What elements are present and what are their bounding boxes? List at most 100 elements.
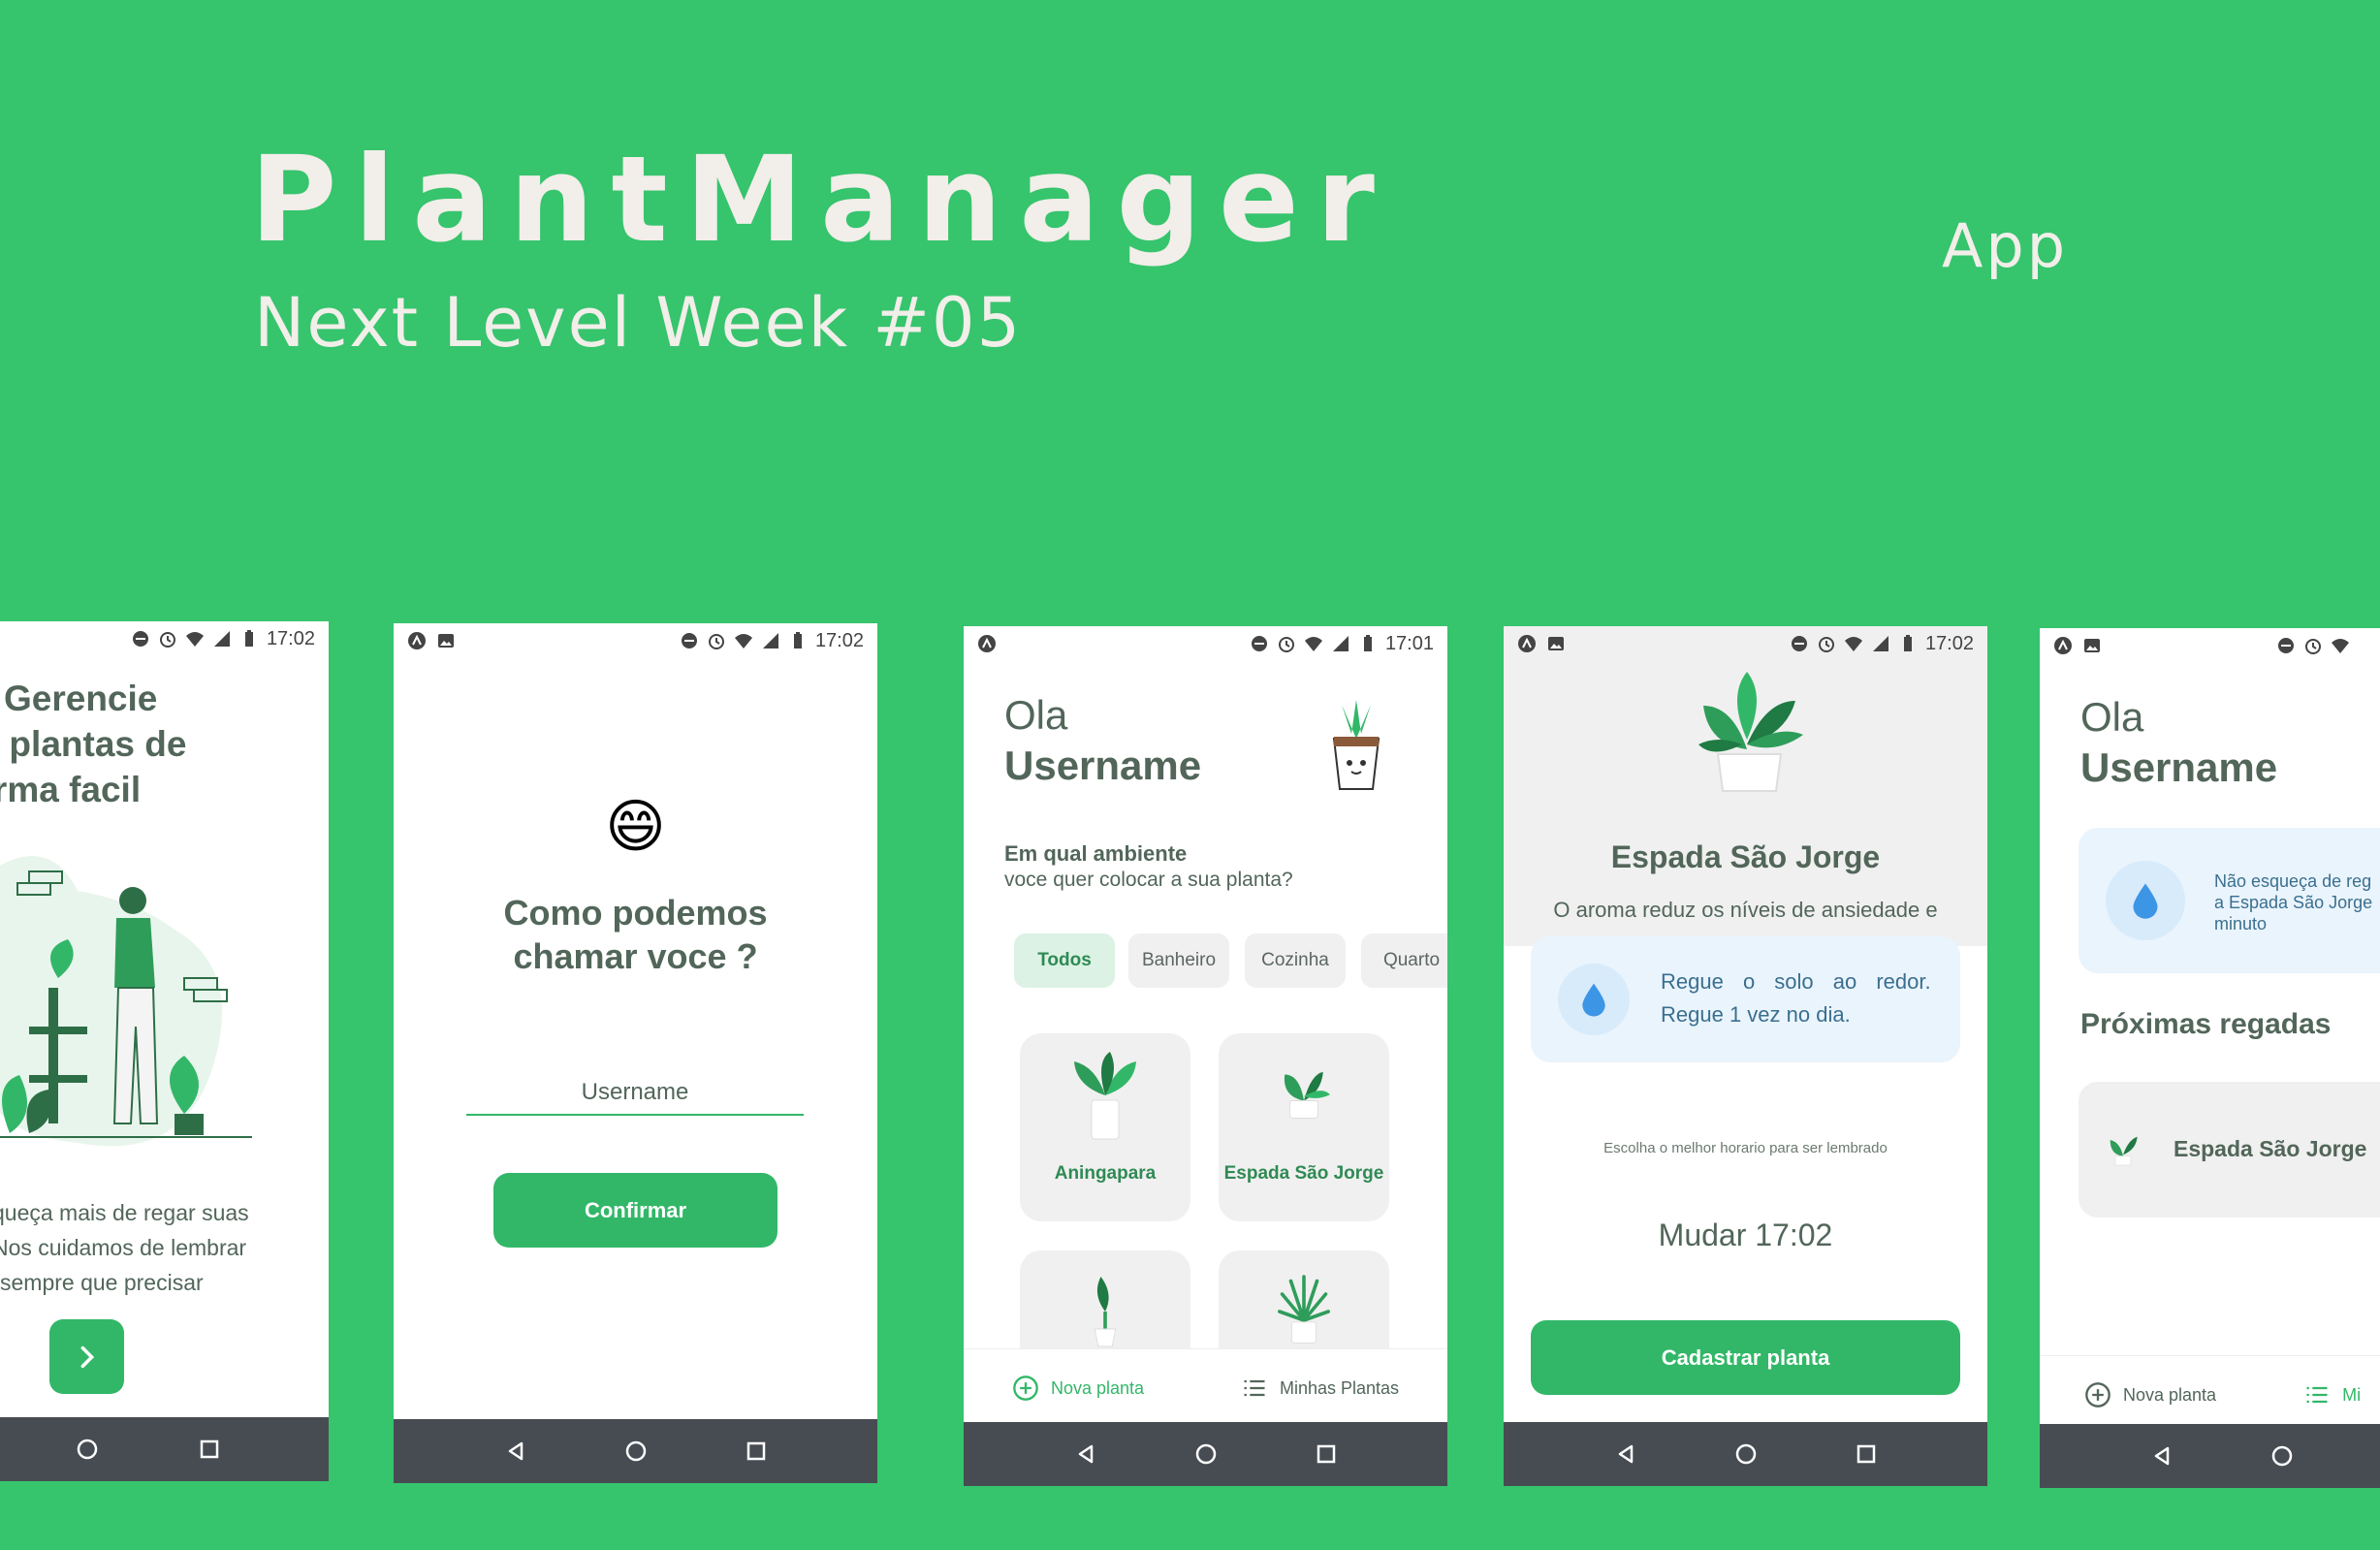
- recents-icon[interactable]: [1315, 1442, 1338, 1466]
- username-input[interactable]: Username: [466, 1071, 804, 1116]
- home-icon[interactable]: [1194, 1442, 1218, 1466]
- status-bar: [2040, 628, 2380, 663]
- welcome-title-line: Gerencie: [4, 679, 158, 718]
- plant-image: [1278, 1275, 1330, 1344]
- signal-icon: [1872, 636, 1888, 651]
- welcome-desc-line: sempre que precisar: [0, 1270, 204, 1295]
- question-title: Em qual ambiente: [1004, 841, 1188, 866]
- battery-icon: [1903, 635, 1912, 651]
- recents-icon[interactable]: [1855, 1442, 1878, 1466]
- plant-name: Espada São Jorge: [2174, 1136, 2367, 1161]
- back-icon[interactable]: [1614, 1442, 1637, 1466]
- android-navbar: [394, 1419, 877, 1483]
- change-time-button[interactable]: Mudar 17:02: [1504, 1218, 1987, 1253]
- recents-icon[interactable]: [198, 1438, 221, 1461]
- alarm-icon: [159, 632, 175, 648]
- signal-icon: [762, 633, 778, 648]
- greeting: Ola: [1004, 692, 1068, 738]
- status-bar: 17:02: [394, 623, 877, 658]
- tab-minhas-plantas[interactable]: Minhas Plantas: [1241, 1375, 1399, 1402]
- chip-banheiro[interactable]: Banheiro: [1128, 933, 1229, 988]
- back-icon[interactable]: [1074, 1442, 1097, 1466]
- status-time: 17:02: [266, 627, 315, 649]
- reminder-line: a Espada São Jorge: [2214, 893, 2373, 912]
- next-button[interactable]: [49, 1319, 124, 1394]
- welcome-desc-line: Nos cuidamos de lembrar: [0, 1235, 247, 1260]
- plus-circle-icon: [1013, 1376, 1038, 1401]
- dnd-icon: [1251, 636, 1267, 651]
- image-icon: [1548, 637, 1564, 650]
- phone-identification: 17:02 😄 Como podemos chamar voce ? Usern…: [394, 623, 877, 1483]
- emoji: 😄: [605, 793, 666, 861]
- water-tip-text: Regue o solo ao redor. Regue 1 vez no di…: [1661, 965, 1942, 1031]
- phone-plant-select: 17:01 Ola Username Em qual ambiente voce…: [964, 626, 1447, 1486]
- expo-icon: [2054, 637, 2072, 654]
- plant-image: [1094, 1277, 1117, 1347]
- username-heading: Username: [1004, 743, 1202, 788]
- android-navbar: [0, 1417, 329, 1481]
- expo-icon: [1518, 635, 1536, 652]
- home-icon[interactable]: [624, 1439, 648, 1463]
- alarm-icon: [1278, 637, 1294, 652]
- chip-quarto[interactable]: Quarto: [1361, 933, 1447, 988]
- status-time: 17:02: [1924, 632, 1974, 654]
- alarm-icon: [708, 634, 724, 649]
- dnd-icon: [132, 631, 148, 647]
- section-title: Próximas regadas: [2080, 1008, 2332, 1040]
- wifi-icon: [734, 634, 752, 648]
- plant-name: Espada São Jorge: [1610, 839, 1881, 874]
- hero-title: PlantManager: [250, 131, 1392, 269]
- image-icon: [2084, 639, 2100, 652]
- chip-todos[interactable]: Todos: [1014, 933, 1115, 988]
- plant-card[interactable]: Espada São Jorge: [1219, 1033, 1389, 1221]
- status-time: 17:02: [814, 629, 864, 651]
- recents-icon[interactable]: [745, 1439, 768, 1463]
- reminder-text: Não esqueça de reg a Espada São Jorge mi…: [2214, 870, 2372, 934]
- reminder-panel: Não esqueça de reg a Espada São Jorge mi…: [2079, 828, 2380, 973]
- welcome-title-line: forma facil: [0, 770, 142, 809]
- name-title: Como podemos chamar voce ?: [394, 891, 877, 978]
- tab-nova-planta[interactable]: Nova planta: [2084, 1381, 2216, 1408]
- welcome-illustration: [0, 856, 252, 1147]
- confirm-button[interactable]: Confirmar: [493, 1173, 777, 1248]
- name-title-line: chamar voce ?: [513, 936, 758, 976]
- phone-my-plants: Ola Username Não esqueça de reg a Espada…: [2040, 628, 2380, 1488]
- wifi-icon: [2332, 639, 2349, 653]
- plant-name: Aningapara: [1054, 1163, 1157, 1184]
- greeting: Ola: [2080, 694, 2144, 740]
- hero-app-tag: App: [1942, 210, 2069, 281]
- question-subtitle: voce quer colocar a sua planta?: [1004, 869, 1293, 891]
- status-bar: 17:02: [0, 621, 329, 656]
- back-icon[interactable]: [2150, 1444, 2174, 1468]
- alert-label: Escolha o melhor horario para ser lembra…: [1603, 1140, 1888, 1156]
- plant-image: [2110, 1136, 2138, 1166]
- water-drop-icon: [2133, 883, 2158, 919]
- tab-label: Mi: [2342, 1384, 2362, 1405]
- welcome-title-line: as plantas de: [0, 724, 187, 764]
- home-icon[interactable]: [76, 1438, 99, 1461]
- plant-image: [1698, 672, 1803, 792]
- plant-card[interactable]: Aningapara: [1020, 1033, 1190, 1221]
- dnd-icon: [681, 633, 697, 648]
- plant-image: [1284, 1071, 1330, 1119]
- status-time: 17:01: [1384, 632, 1434, 654]
- plant-image: [1074, 1052, 1136, 1140]
- plant-name: Espada São Jorge: [1223, 1163, 1384, 1184]
- signal-icon: [213, 631, 230, 647]
- chip-cozinha[interactable]: Cozinha: [1245, 933, 1346, 988]
- reminder-line: minuto: [2214, 914, 2268, 933]
- water-drop-badge: [2106, 861, 2185, 940]
- home-icon[interactable]: [1734, 1442, 1758, 1466]
- tab-minhas-plantas[interactable]: Mi: [2303, 1381, 2361, 1408]
- reminder-line: Não esqueça de reg: [2214, 871, 2372, 891]
- save-plant-button[interactable]: Cadastrar planta: [1531, 1320, 1960, 1395]
- tab-nova-planta[interactable]: Nova planta: [1012, 1375, 1144, 1402]
- home-icon[interactable]: [2270, 1444, 2294, 1468]
- name-title-line: Como podemos: [503, 893, 768, 933]
- battery-icon: [1363, 635, 1372, 651]
- android-navbar: [2040, 1424, 2380, 1488]
- avatar: [1332, 700, 1380, 790]
- back-icon[interactable]: [504, 1439, 527, 1463]
- plant-list-item[interactable]: Espada São Jorge: [2079, 1082, 2380, 1218]
- image-icon: [438, 634, 454, 648]
